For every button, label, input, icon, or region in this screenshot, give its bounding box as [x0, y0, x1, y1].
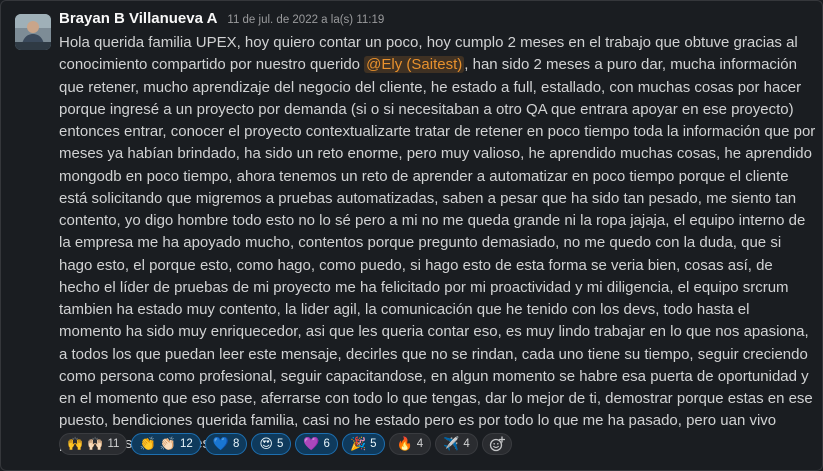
airplane-icon: ✈️: [443, 436, 460, 452]
avatar[interactable]: [15, 14, 51, 50]
clap-icon: 👏 👏🏻: [139, 436, 176, 452]
reaction-fire[interactable]: 🔥 4: [388, 433, 432, 455]
message-body: Hola querida familia UPEX, hoy quiero co…: [59, 32, 816, 455]
reaction-blue-heart[interactable]: 💙 8: [204, 433, 248, 455]
reaction-raised-hands[interactable]: 🙌 🙌🏻 11: [59, 433, 128, 455]
fire-icon: 🔥: [396, 436, 413, 452]
reaction-tada[interactable]: 🎉 5: [341, 433, 385, 455]
reaction-count: 8: [232, 438, 240, 450]
reaction-count: 5: [370, 438, 377, 450]
blue-heart-icon: 💙: [212, 436, 229, 452]
add-reaction-icon: [489, 436, 505, 452]
raised-hands-icon: 🙌 🙌🏻: [67, 436, 104, 452]
reaction-heart-eyes[interactable]: 😍 5: [251, 433, 292, 455]
message-header: Brayan B Villanueva A 11 de jul. de 2022…: [59, 10, 384, 32]
author-name[interactable]: Brayan B Villanueva A: [59, 10, 217, 27]
reaction-count: 4: [416, 438, 424, 450]
tada-icon: 🎉: [349, 436, 367, 452]
reaction-count: 4: [463, 438, 470, 450]
reaction-purple-heart[interactable]: 💜 6: [295, 433, 338, 455]
message-text-part-2: , han sido 2 meses a puro dar, mucha inf…: [59, 56, 816, 451]
heart-eyes-icon: 😍: [259, 436, 273, 452]
reactions-bar: 🙌 🙌🏻 11 👏 👏🏻 12 💙 8 😍 5 💜 6 🎉 5 🔥 4 ✈️ 4: [59, 433, 512, 455]
message-text: Hola querida familia UPEX, hoy quiero co…: [59, 32, 816, 455]
reaction-airplane[interactable]: ✈️ 4: [435, 433, 478, 455]
reaction-count: 12: [179, 438, 193, 450]
add-reaction-button[interactable]: [481, 433, 512, 455]
reaction-count: 6: [323, 438, 330, 450]
purple-heart-icon: 💜: [303, 436, 320, 452]
message-timestamp[interactable]: 11 de jul. de 2022 a la(s) 11:19: [227, 14, 384, 26]
reaction-clap[interactable]: 👏 👏🏻 12: [131, 433, 201, 455]
reaction-count: 11: [107, 438, 120, 450]
avatar-photo: [15, 14, 51, 50]
user-mention[interactable]: @Ely (Saitest): [364, 56, 465, 74]
reaction-count: 5: [276, 438, 284, 450]
